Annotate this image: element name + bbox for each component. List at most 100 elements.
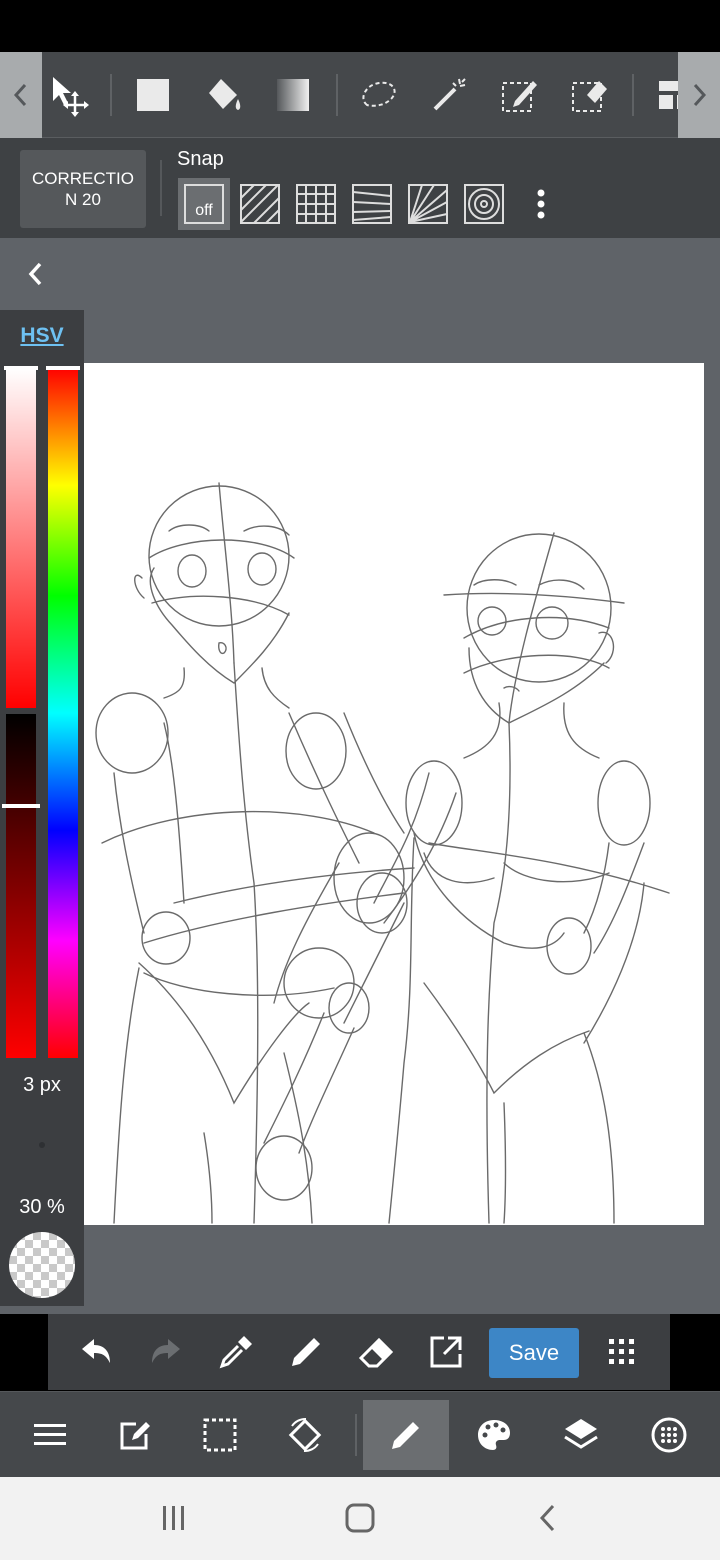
recent-apps-button[interactable] — [144, 1495, 204, 1541]
hamburger-menu-icon — [34, 1424, 66, 1445]
toolbar-scroll-right-button[interactable] — [678, 52, 720, 138]
select-eraser-tool[interactable] — [564, 70, 614, 120]
value-marker — [2, 804, 40, 808]
system-navigation-bar — [0, 1477, 720, 1560]
rotate-screen-icon — [288, 1418, 322, 1452]
snap-concentric-button[interactable] — [458, 178, 510, 230]
snap-perspective-icon — [352, 184, 392, 224]
redo-button[interactable] — [140, 1326, 192, 1378]
rectangle-icon — [137, 79, 169, 111]
snap-off-icon: off — [184, 184, 224, 224]
sub-toolbar: CORRECTION 20 Snap off — [0, 138, 720, 238]
brush-size-preview — [39, 1142, 45, 1148]
correction-button[interactable]: CORRECTION 20 — [20, 150, 146, 228]
pen-button[interactable] — [280, 1326, 332, 1378]
grid-menu-button[interactable] — [596, 1326, 648, 1378]
dotted-selection-icon — [203, 1418, 237, 1452]
workspace[interactable]: HSV 3 px 30 % — [0, 238, 720, 1314]
snap-concentric-icon — [464, 184, 504, 224]
toolbar-separator — [336, 74, 338, 116]
palette-button[interactable] — [451, 1400, 537, 1470]
export-button[interactable] — [420, 1326, 472, 1378]
undo-button[interactable] — [70, 1326, 122, 1378]
gradient-icon — [277, 79, 309, 111]
gradient-tool[interactable] — [268, 70, 318, 120]
move-icon — [53, 77, 89, 117]
brush-settings-button[interactable] — [626, 1400, 712, 1470]
bucket-icon — [209, 79, 241, 110]
chevron-right-icon — [693, 83, 707, 107]
action-bar: Save — [48, 1314, 670, 1390]
eyedropper-icon — [219, 1336, 252, 1369]
snap-more-button[interactable] — [520, 178, 562, 230]
snap-radial-button[interactable] — [402, 178, 454, 230]
grid-dots-icon — [609, 1339, 634, 1364]
hue-slider[interactable] — [48, 368, 78, 1058]
lasso-tool[interactable] — [354, 70, 404, 120]
home-button[interactable] — [330, 1495, 390, 1541]
bottom-toolbar-separator — [355, 1414, 357, 1456]
menu-button[interactable] — [7, 1400, 93, 1470]
toolbar-separator — [632, 74, 634, 116]
brush-button[interactable] — [363, 1400, 449, 1470]
snap-label: Snap — [177, 148, 224, 170]
snap-radial-icon — [408, 184, 448, 224]
color-mode-toggle[interactable]: HSV — [0, 324, 84, 348]
snap-parallel-icon — [240, 184, 280, 224]
snap-perspective-button[interactable] — [346, 178, 398, 230]
collapse-panel-button[interactable] — [18, 256, 54, 292]
fill-rect-tool[interactable] — [128, 70, 178, 120]
pencil-icon — [392, 1422, 419, 1449]
chevron-left-icon — [28, 262, 42, 286]
layers-icon — [564, 1419, 598, 1449]
color-panel: HSV 3 px 30 % — [0, 310, 84, 1306]
bucket-tool[interactable] — [198, 70, 248, 120]
chevron-left-icon — [13, 83, 27, 107]
drawing-canvas[interactable] — [84, 363, 704, 1225]
saturation-value-slider[interactable] — [6, 368, 36, 1058]
edit-button[interactable] — [92, 1400, 178, 1470]
status-bar — [0, 0, 720, 52]
value-gradient-top — [6, 368, 36, 708]
eraser-button[interactable] — [350, 1326, 402, 1378]
saturation-marker — [4, 366, 38, 370]
edit-square-icon — [120, 1422, 150, 1450]
current-color-swatch[interactable] — [9, 1232, 75, 1298]
back-button[interactable] — [518, 1495, 578, 1541]
toolbar-separator — [110, 74, 112, 116]
redo-icon — [152, 1339, 180, 1363]
eyedropper-button[interactable] — [210, 1326, 262, 1378]
layers-button[interactable] — [538, 1400, 624, 1470]
sub-toolbar-separator — [160, 160, 162, 216]
snap-grid-button[interactable] — [290, 178, 342, 230]
more-vertical-icon — [537, 189, 545, 219]
bottom-toolbar — [0, 1391, 720, 1477]
magic-wand-tool[interactable] — [424, 70, 474, 120]
rotate-canvas-button[interactable] — [262, 1400, 348, 1470]
palette-icon — [478, 1420, 510, 1450]
eraser-icon — [358, 1337, 394, 1368]
back-icon — [539, 1504, 555, 1532]
brush-size-label[interactable]: 3 px — [0, 1074, 84, 1097]
select-eraser-icon — [572, 81, 607, 112]
recent-apps-icon — [163, 1506, 184, 1530]
external-link-icon — [430, 1336, 462, 1368]
hue-marker — [46, 366, 80, 370]
opacity-label[interactable]: 30 % — [0, 1196, 84, 1219]
select-pen-icon — [502, 81, 537, 112]
snap-parallel-button[interactable] — [234, 178, 286, 230]
pencil-icon — [292, 1338, 320, 1366]
snap-grid-icon — [296, 184, 336, 224]
globe-grid-icon — [651, 1417, 687, 1453]
snap-off-button[interactable]: off — [178, 178, 230, 230]
toolbar-scroll-left-button[interactable] — [0, 52, 42, 138]
lasso-icon — [362, 81, 396, 107]
save-button[interactable]: Save — [489, 1328, 579, 1378]
selection-button[interactable] — [177, 1400, 263, 1470]
move-tool[interactable] — [44, 70, 94, 120]
magic-wand-icon — [433, 78, 466, 111]
home-icon — [345, 1503, 375, 1533]
value-gradient-bottom — [6, 714, 36, 1058]
top-toolbar — [0, 52, 720, 138]
select-pen-tool[interactable] — [494, 70, 544, 120]
